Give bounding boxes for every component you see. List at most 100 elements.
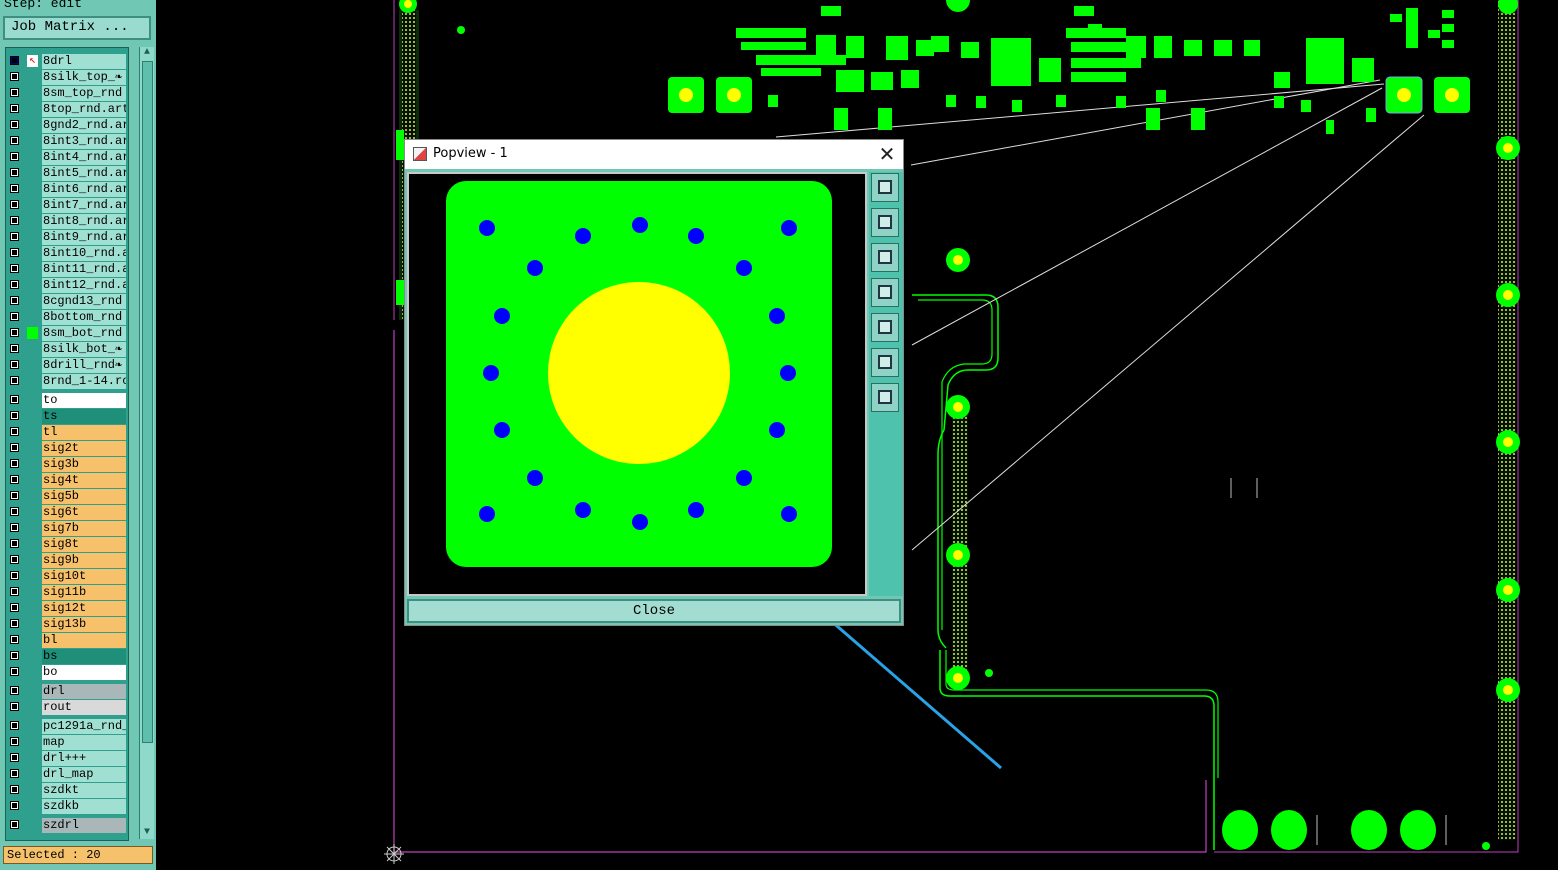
layer-row[interactable]: sig4t [6,473,128,488]
layer-checkbox[interactable] [10,491,19,500]
layer-row[interactable]: 8top_rnd.art [6,102,128,117]
layer-name[interactable]: sig3b [42,457,126,472]
layer-checkbox[interactable] [10,587,19,596]
layer-checkbox[interactable] [10,507,19,516]
layer-row[interactable]: 8silk_top_❧ [6,70,128,85]
scroll-down-arrow-icon[interactable]: ▼ [141,827,153,839]
job-matrix-button[interactable]: Job Matrix ... [3,16,151,40]
layer-row[interactable]: bo [6,665,128,680]
layer-row[interactable]: 8cgnd13_rnd [6,294,128,309]
layer-checkbox[interactable] [10,820,19,829]
layer-name[interactable]: 8silk_bot_❧ [42,342,126,357]
layer-checkbox[interactable] [10,523,19,532]
layer-checkbox[interactable] [10,72,19,81]
layer-row[interactable]: pc1291a_rnd_ [6,719,128,734]
pan-down-icon[interactable] [871,243,899,272]
layer-row[interactable]: 8rnd_1-14.ro [6,374,128,389]
layer-row[interactable]: ↖ 8drl [6,54,128,69]
layer-checkbox[interactable] [10,152,19,161]
layer-name[interactable]: 8int8_rnd.ar [42,214,126,229]
layer-checkbox[interactable] [10,312,19,321]
layer-list-scrollbar[interactable]: ▲ ▼ [139,47,154,839]
layer-row[interactable]: 8int11_rnd.a [6,262,128,277]
layer-name[interactable]: 8int11_rnd.a [42,262,126,277]
layer-name[interactable]: 8rnd_1-14.ro [42,374,126,389]
layer-name[interactable]: bl [42,633,126,648]
layer-checkbox[interactable] [10,200,19,209]
layer-name[interactable]: 8int10_rnd.a [42,246,126,261]
layer-row[interactable]: rout [6,700,128,715]
layer-row[interactable]: sig8t [6,537,128,552]
layer-name[interactable]: sig13b [42,617,126,632]
layer-checkbox[interactable] [10,280,19,289]
layer-name[interactable]: 8drill_rnd❧ [42,358,126,373]
layer-name[interactable]: szdrl [42,818,126,833]
layer-checkbox[interactable] [10,376,19,385]
layer-name[interactable]: 8sm_top_rnd [42,86,126,101]
close-icon[interactable]: ✕ [875,142,899,166]
layer-name[interactable]: sig10t [42,569,126,584]
layer-name[interactable]: sig11b [42,585,126,600]
layer-row[interactable]: szdrl [6,818,128,833]
scrollbar-thumb[interactable] [142,61,153,743]
layer-row[interactable]: sig13b [6,617,128,632]
pan-left-icon[interactable] [871,278,899,307]
layer-name[interactable]: 8cgnd13_rnd [42,294,126,309]
layer-checkbox[interactable] [10,411,19,420]
layer-row[interactable]: map [6,735,128,750]
layer-checkbox[interactable] [10,769,19,778]
layer-name[interactable]: map [42,735,126,750]
layer-name[interactable]: drl_map [42,767,126,782]
layer-checkbox[interactable] [10,686,19,695]
layer-checkbox[interactable] [10,344,19,353]
layer-checkbox[interactable] [10,651,19,660]
layer-row[interactable]: 8sm_bot_rnd [6,326,128,341]
layer-checkbox[interactable] [10,88,19,97]
layer-row[interactable]: 8drill_rnd❧ [6,358,128,373]
pan-right-icon[interactable] [871,313,899,342]
pan-up-icon[interactable] [871,208,899,237]
layer-name[interactable]: pc1291a_rnd_ [42,719,126,734]
layer-name[interactable]: sig5b [42,489,126,504]
layer-name[interactable]: szdkb [42,799,126,814]
layer-row[interactable]: sig2t [6,441,128,456]
layer-checkbox[interactable] [10,443,19,452]
layer-row[interactable]: 8int4_rnd.ar [6,150,128,165]
layer-row[interactable]: szdkt [6,783,128,798]
layer-name[interactable]: 8top_rnd.art [42,102,126,117]
layer-name[interactable]: 8int6_rnd.ar [42,182,126,197]
layer-checkbox[interactable] [10,184,19,193]
layer-name[interactable]: 8sm_bot_rnd [42,326,126,341]
popview-window[interactable]: Popview - 1 ✕ Close [404,139,904,626]
layer-row[interactable]: sig7b [6,521,128,536]
zoom-window-icon[interactable] [871,173,899,202]
layer-checkbox[interactable] [10,785,19,794]
layer-checkbox[interactable] [10,753,19,762]
layer-row[interactable]: drl+++ [6,751,128,766]
layer-name[interactable]: drl [42,684,126,699]
scroll-up-arrow-icon[interactable]: ▲ [141,47,153,59]
layer-checkbox[interactable] [10,296,19,305]
layer-checkbox[interactable] [10,395,19,404]
layer-row[interactable]: drl_map [6,767,128,782]
layer-row[interactable]: ts [6,409,128,424]
layer-checkbox[interactable] [10,328,19,337]
layer-row[interactable]: 8int9_rnd.ar [6,230,128,245]
layer-checkbox[interactable] [10,136,19,145]
layer-checkbox[interactable] [10,216,19,225]
layer-name[interactable]: bs [42,649,126,664]
layer-checkbox[interactable] [10,603,19,612]
layer-checkbox[interactable] [10,702,19,711]
layer-row[interactable]: 8int5_rnd.ar [6,166,128,181]
layer-name[interactable]: 8silk_top_❧ [42,70,126,85]
layer-row[interactable]: sig9b [6,553,128,568]
layer-row[interactable]: 8int10_rnd.a [6,246,128,261]
layer-row[interactable]: 8int8_rnd.ar [6,214,128,229]
layer-name[interactable]: sig6t [42,505,126,520]
layer-name[interactable]: drl+++ [42,751,126,766]
layer-row[interactable]: bs [6,649,128,664]
layer-checkbox[interactable] [10,248,19,257]
layer-checkbox[interactable] [10,667,19,676]
layer-row[interactable]: sig11b [6,585,128,600]
layer-checkbox[interactable] [10,168,19,177]
